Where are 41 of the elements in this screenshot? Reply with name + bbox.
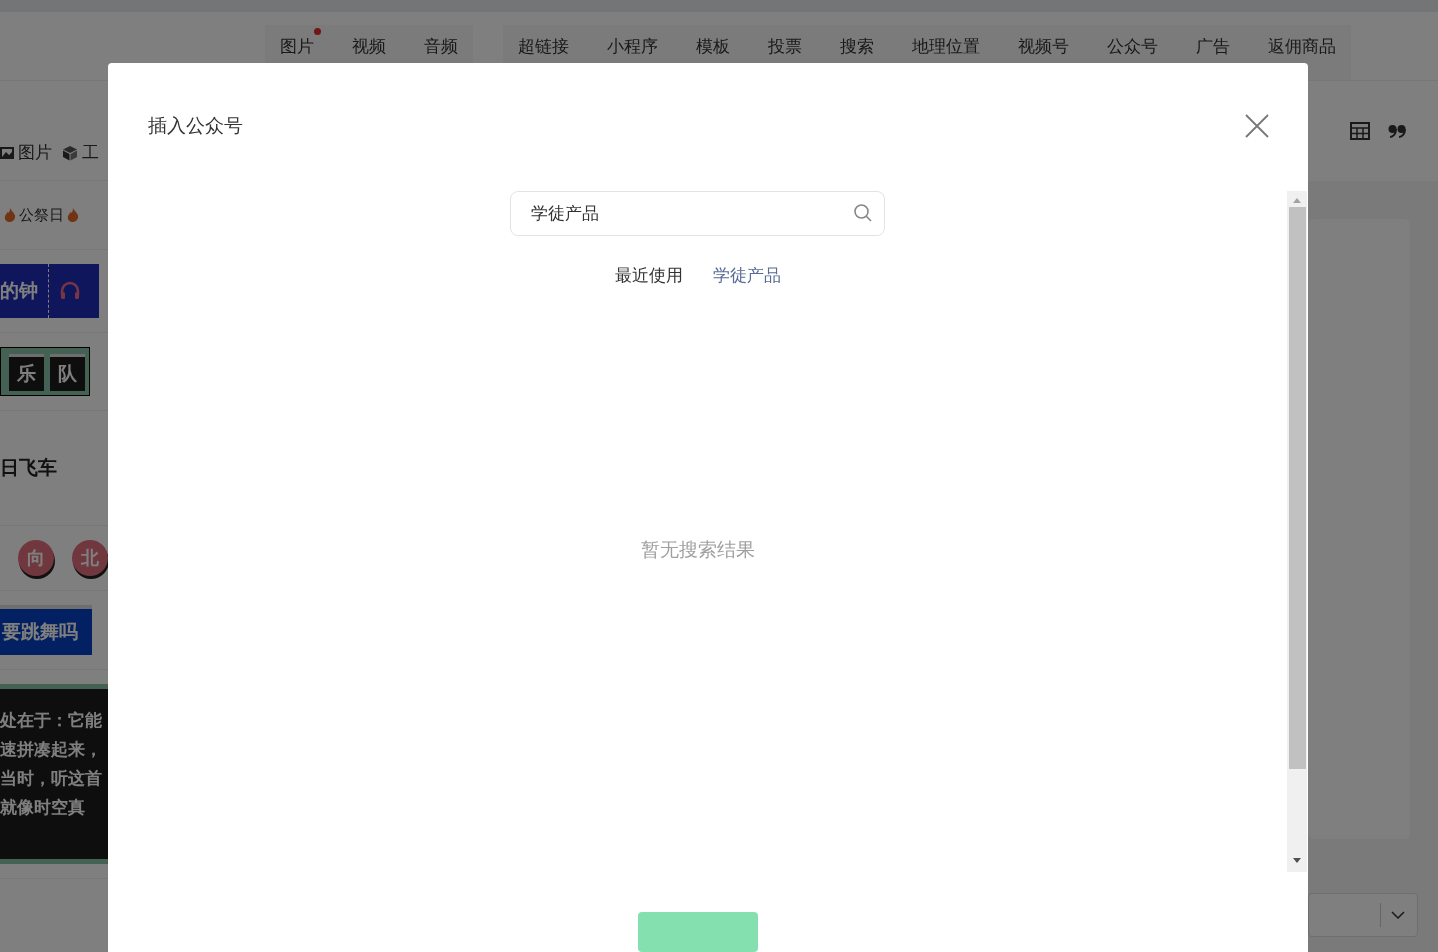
paragraph-line: 当时，听这首 [0,767,103,790]
filter-tab[interactable]: 学徒产品 [712,263,781,287]
scrollbar-thumb[interactable] [1288,206,1306,769]
tool-label: 工 [82,141,99,164]
select-field[interactable] [1308,893,1418,937]
circle-badge: 向 [18,540,54,576]
paragraph-line: 就像时空真 [0,796,86,819]
tool-item[interactable]: 图片 [0,141,52,164]
topic-tag[interactable]: 公祭日 [19,205,64,225]
quote-icon[interactable] [1388,124,1406,138]
circle-badge: 北 [72,540,108,576]
search-field[interactable]: 学徒产品 [510,190,885,236]
template-title[interactable]: 日飞车 [0,425,57,511]
close-icon[interactable] [1244,112,1270,139]
tool-label: 图片 [18,141,52,164]
paragraph-line: 处在于：它能 [0,709,103,732]
cube-icon [62,144,78,161]
toolbar-tab[interactable]: 图片 [280,25,334,68]
paragraph-line: 速拼凑起来， [0,738,103,761]
headphones-icon [59,281,81,301]
chevron-down-icon [1391,911,1405,919]
template-card[interactable]: 处在于：它能 速拼凑起来， 当时，听这首 就像时空真 [0,684,108,864]
image-icon [0,145,14,160]
banner-text: 的钟 [0,278,38,303]
filter-tab[interactable]: 最近使用 [614,263,683,287]
template-banner[interactable]: 要跳舞吗 [0,605,92,655]
scrollbar[interactable] [1287,190,1307,872]
template-banner[interactable]: 乐 队 [0,347,90,396]
search-icon [853,202,873,223]
flame-icon [67,208,79,222]
flame-icon [4,208,16,222]
scroll-down-icon[interactable] [1292,858,1302,864]
letter-tile: 队 [50,354,85,391]
template-banner[interactable]: 的钟 [0,264,99,318]
dialog-title: 插入公众号 [148,112,243,138]
scroll-up-icon[interactable] [1292,196,1302,203]
badge-dot [314,28,321,35]
empty-message: 暂无搜索结果 [640,537,755,563]
table-icon[interactable] [1350,122,1370,140]
letter-tile: 乐 [9,354,44,391]
tool-item[interactable]: 工 [62,141,99,164]
